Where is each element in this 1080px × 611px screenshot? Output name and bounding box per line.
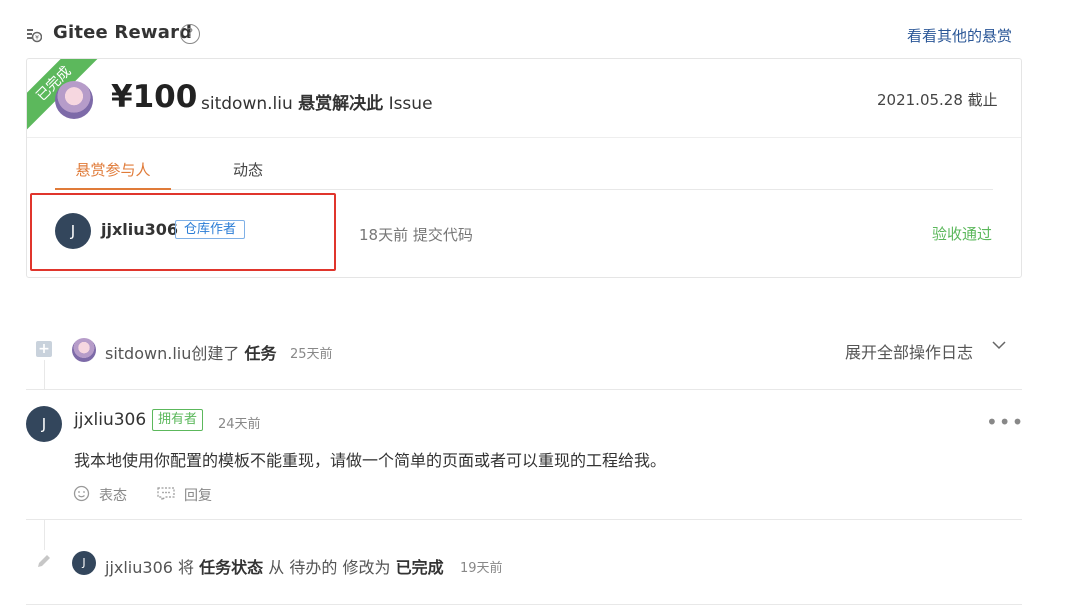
comment-body: 我本地使用你配置的模板不能重现，请做一个简单的页面或者可以重现的工程给我。 bbox=[74, 451, 667, 470]
event-object: 任务 bbox=[244, 344, 277, 363]
event-field: 任务状态 bbox=[199, 558, 264, 577]
event-time: 19天前 bbox=[460, 561, 503, 576]
issuer-target: Issue bbox=[388, 94, 433, 114]
react-button[interactable]: 表态 bbox=[99, 485, 127, 505]
event-time: 25天前 bbox=[290, 347, 333, 362]
event-user[interactable]: sitdown.liu bbox=[105, 344, 191, 363]
divider bbox=[26, 604, 1022, 605]
issuer-action: 悬赏解决此 bbox=[298, 94, 384, 114]
more-options-icon[interactable]: ••• bbox=[986, 410, 1024, 434]
event-to-value: 已完成 bbox=[395, 558, 444, 577]
task-create-icon: + bbox=[36, 341, 52, 357]
event-to-word: 修改为 bbox=[342, 558, 391, 577]
acceptance-status: 验收通过 bbox=[932, 225, 993, 243]
issuer-statement: sitdown.liu 悬赏解决此 Issue bbox=[201, 89, 433, 114]
tab-active-indicator bbox=[55, 188, 171, 190]
issuer-name[interactable]: sitdown.liu bbox=[201, 94, 293, 114]
reply-button[interactable]: 回复 bbox=[184, 485, 212, 505]
reward-coins-icon: ¥ bbox=[27, 29, 42, 43]
page-title: Gitee Reward bbox=[53, 22, 193, 43]
event-verb: 创建了 bbox=[191, 344, 240, 363]
tabs-baseline bbox=[55, 189, 993, 190]
divider bbox=[26, 519, 1022, 520]
chevron-down-icon[interactable] bbox=[990, 336, 1008, 354]
owner-badge: 拥有者 bbox=[152, 409, 204, 431]
event-status-change: jjxliu306 将 任务状态 从 待办的 修改为 已完成 bbox=[105, 554, 444, 578]
timeline-connector bbox=[44, 360, 45, 390]
timeline-connector bbox=[44, 520, 45, 550]
divider bbox=[26, 389, 1022, 390]
participant-action: 18天前 提交代码 bbox=[359, 226, 473, 244]
card-divider bbox=[27, 137, 1021, 138]
comment-time: 24天前 bbox=[218, 417, 261, 432]
event-from-value: 待办的 bbox=[289, 558, 338, 577]
smile-icon[interactable] bbox=[73, 485, 90, 502]
comment-author[interactable]: jjxliu306 bbox=[74, 410, 146, 430]
reply-icon[interactable] bbox=[156, 486, 176, 502]
event-created-task: sitdown.liu创建了 任务 bbox=[105, 340, 276, 364]
pencil-icon bbox=[38, 555, 50, 567]
event-avatar[interactable]: J bbox=[72, 551, 96, 575]
expand-log-button[interactable]: 展开全部操作日志 bbox=[845, 339, 973, 363]
event-avatar[interactable] bbox=[72, 338, 96, 362]
event-verb: 将 bbox=[178, 558, 195, 577]
deadline: 2021.05.28 截止 bbox=[877, 91, 998, 109]
event-user[interactable]: jjxliu306 bbox=[105, 558, 173, 577]
comment-avatar[interactable]: J bbox=[26, 406, 62, 442]
highlight-box bbox=[30, 193, 336, 271]
event-from-word: 从 bbox=[268, 558, 285, 577]
other-rewards-link[interactable]: 看看其他的悬赏 bbox=[907, 25, 1012, 46]
help-icon[interactable]: ? bbox=[180, 24, 200, 44]
issuer-avatar[interactable] bbox=[55, 81, 93, 119]
tab-activity[interactable]: 动态 bbox=[233, 159, 263, 180]
tab-participants[interactable]: 悬赏参与人 bbox=[55, 159, 171, 180]
svg-text:¥: ¥ bbox=[35, 35, 39, 42]
reward-amount: ¥100 bbox=[111, 79, 198, 115]
